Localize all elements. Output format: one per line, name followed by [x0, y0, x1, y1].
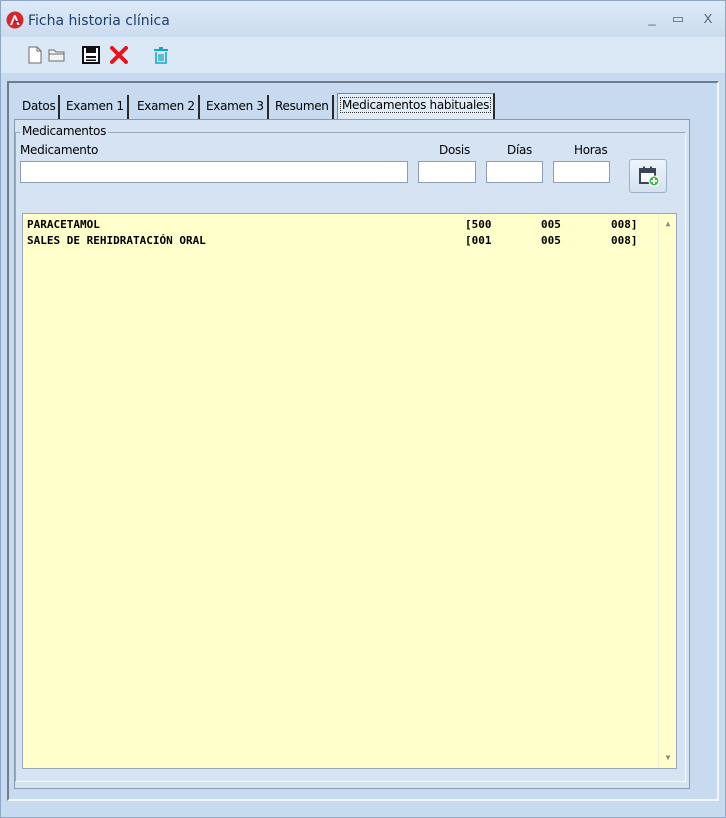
- tab-label: Datos: [22, 99, 56, 113]
- horas-label: Horas: [574, 143, 608, 157]
- window-title: Ficha historia clínica: [28, 13, 170, 29]
- trash-icon[interactable]: [151, 45, 171, 65]
- tab-content: Medicamentos Medicamento Dosis Días Hora…: [14, 119, 690, 789]
- tab-datos[interactable]: Datos: [19, 95, 61, 119]
- tab-examen-1[interactable]: Examen 1: [63, 95, 129, 119]
- medicamento-input[interactable]: [20, 161, 408, 183]
- tab-label: Medicamentos habituales: [339, 97, 492, 113]
- horas-input[interactable]: [553, 161, 610, 183]
- list-item[interactable]: SALES DE REHIDRATACIÓN ORAL [001 005 008…: [27, 234, 657, 250]
- list-rows: PARACETAMOL [500 005 008] SALES DE REHID…: [27, 218, 657, 250]
- scroll-down-icon[interactable]: ▼: [659, 750, 677, 766]
- medication-dosis: [001: [465, 234, 492, 247]
- list-item[interactable]: PARACETAMOL [500 005 008]: [27, 218, 657, 234]
- minimize-button[interactable]: _: [643, 10, 661, 28]
- open-folder-icon[interactable]: [47, 45, 67, 65]
- medications-list[interactable]: PARACETAMOL [500 005 008] SALES DE REHID…: [22, 213, 677, 769]
- list-scrollbar[interactable]: ▲ ▼: [658, 214, 676, 768]
- dosis-label: Dosis: [439, 143, 470, 157]
- save-icon[interactable]: [81, 45, 101, 65]
- add-medication-button[interactable]: [629, 159, 667, 193]
- dias-input[interactable]: [486, 161, 543, 183]
- delete-icon[interactable]: [109, 45, 129, 65]
- medicamentos-group: Medicamentos Medicamento Dosis Días Hora…: [15, 124, 686, 782]
- tab-examen-2[interactable]: Examen 2: [134, 95, 200, 119]
- group-title: Medicamentos: [20, 124, 109, 138]
- medication-name: SALES DE REHIDRATACIÓN ORAL: [27, 234, 206, 247]
- medication-dias: 005: [541, 218, 561, 231]
- tab-label: Resumen: [275, 99, 329, 113]
- medication-horas: 008]: [611, 218, 638, 231]
- medication-dosis: [500: [465, 218, 492, 231]
- dias-label: Días: [507, 143, 532, 157]
- tab-medicamentos-habituales[interactable]: Medicamentos habituales: [337, 93, 496, 119]
- tab-examen-3[interactable]: Examen 3: [203, 95, 269, 119]
- new-document-icon[interactable]: [25, 45, 45, 65]
- medication-horas: 008]: [611, 234, 638, 247]
- app-window: Ficha historia clínica _ ▭ X Datos Exame…: [0, 0, 726, 818]
- main-panel: Datos Examen 1 Examen 2 Examen 3 Resumen…: [7, 81, 719, 801]
- tab-label: Examen 3: [206, 99, 264, 113]
- medicamento-label: Medicamento: [20, 143, 99, 157]
- tab-label: Examen 1: [66, 99, 124, 113]
- title-bar[interactable]: Ficha historia clínica _ ▭ X: [1, 1, 725, 37]
- calendar-add-icon: [639, 166, 660, 187]
- maximize-button[interactable]: ▭: [669, 10, 687, 28]
- toolbar: [1, 37, 725, 73]
- medication-dias: 005: [541, 234, 561, 247]
- dosis-input[interactable]: [418, 161, 476, 183]
- tab-resumen[interactable]: Resumen: [272, 95, 334, 119]
- close-button[interactable]: X: [699, 10, 717, 28]
- app-logo-icon: [6, 11, 24, 29]
- tab-label: Examen 2: [137, 99, 195, 113]
- medication-name: PARACETAMOL: [27, 218, 100, 231]
- scroll-up-icon[interactable]: ▲: [659, 216, 677, 232]
